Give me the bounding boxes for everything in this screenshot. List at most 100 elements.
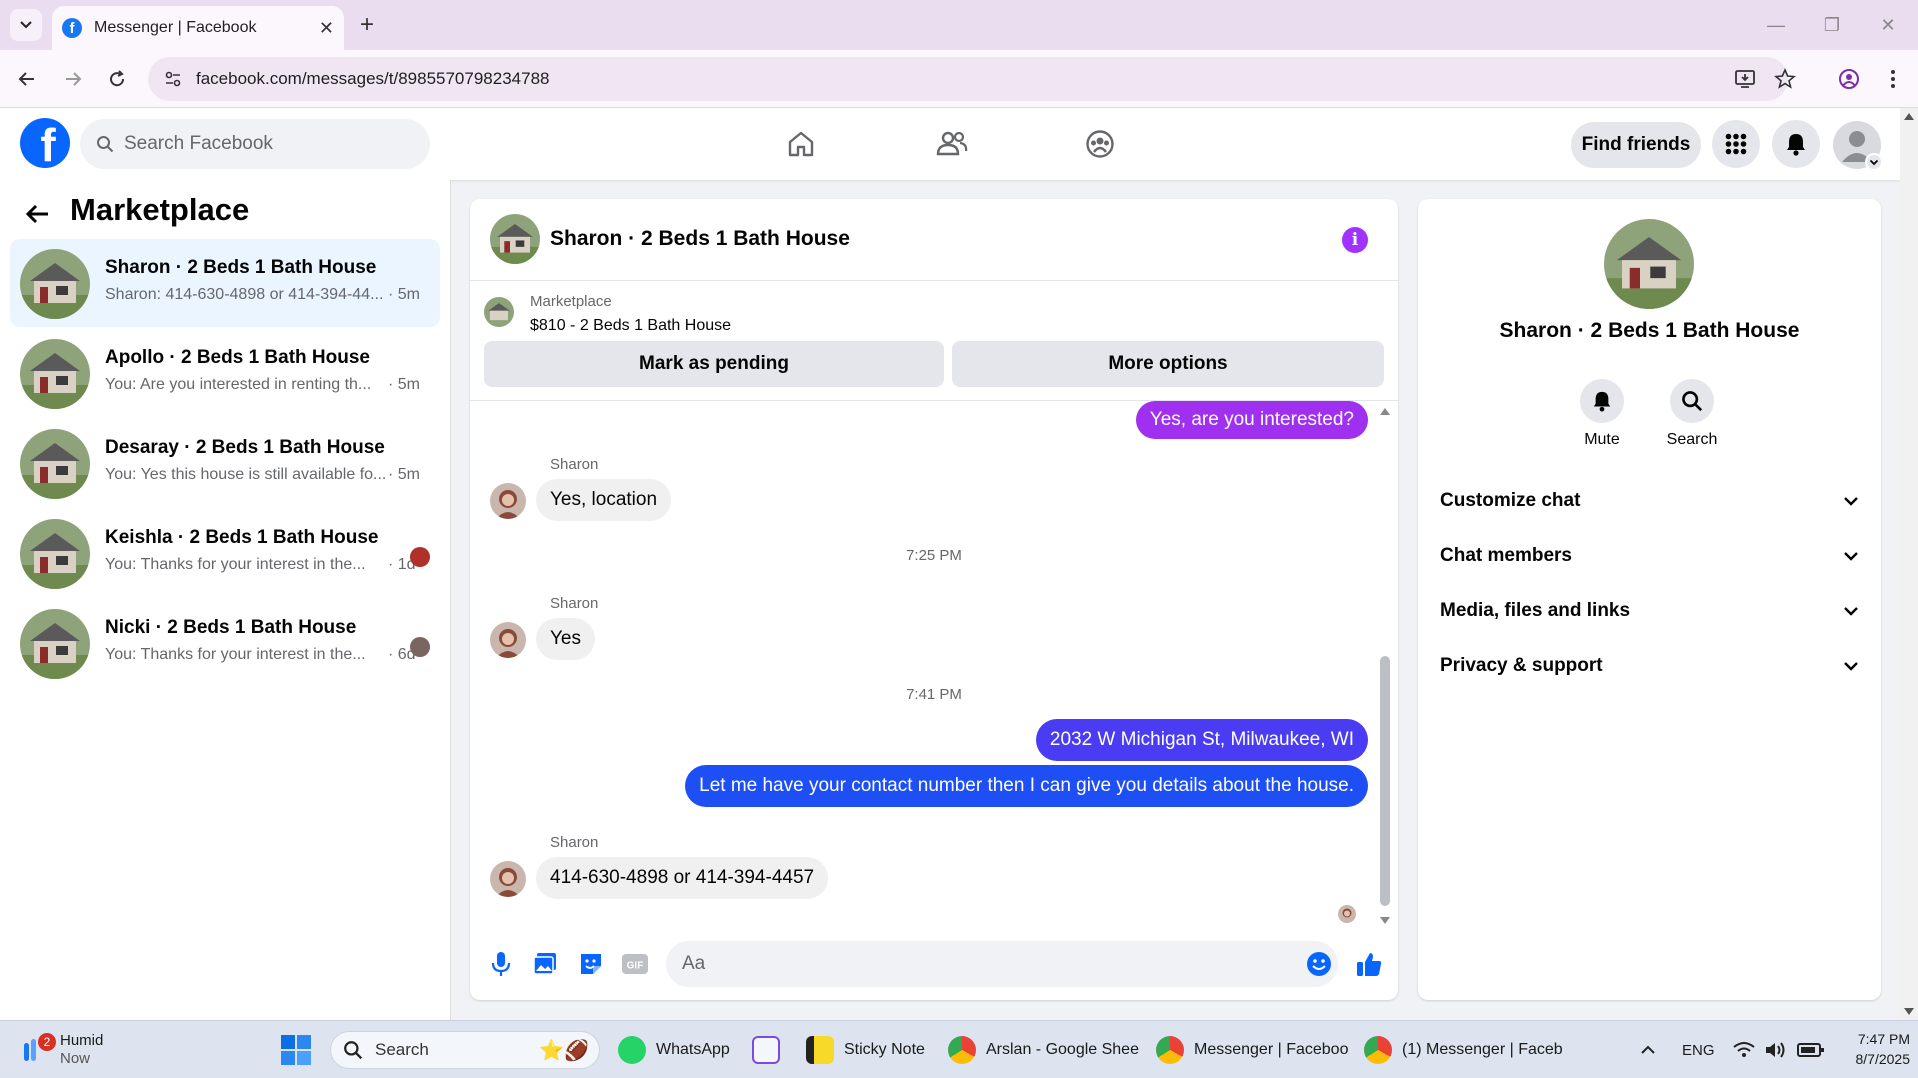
mark-as-pending-button[interactable]: Mark as pending <box>484 341 944 387</box>
customize-chat-row[interactable]: Customize chat <box>1434 476 1865 526</box>
photo-icon[interactable] <box>528 947 562 981</box>
search-highlight-icon: ⭐🏈 <box>539 1039 589 1062</box>
system-tray-icons[interactable] <box>1732 1021 1832 1078</box>
weather-widget[interactable]: 2 Humid Now <box>20 1021 103 1078</box>
home-nav-icon[interactable] <box>779 122 823 166</box>
microphone-icon[interactable] <box>484 947 518 981</box>
chevron-down-icon <box>1844 497 1858 506</box>
media-files-links-row[interactable]: Media, files and links <box>1434 586 1865 636</box>
account-avatar-button[interactable] <box>1832 120 1882 170</box>
menu-grid-button[interactable] <box>1712 120 1760 168</box>
url-text: facebook.com/messages/t/8985570798234788 <box>196 69 550 88</box>
more-options-button[interactable]: More options <box>952 341 1384 387</box>
conversation-preview: You: Yes this house is still available f… <box>105 466 387 483</box>
listing-thumbnail[interactable] <box>484 297 514 327</box>
conversation-name: Keishla · 2 Beds 1 Bath House <box>105 527 379 548</box>
reload-button[interactable] <box>100 62 134 96</box>
chat-title[interactable]: Sharon · 2 Beds 1 Bath House <box>550 227 850 251</box>
site-settings-icon[interactable] <box>164 70 182 88</box>
snipping-tool-icon <box>752 1036 780 1064</box>
thumbs-up-icon[interactable] <box>1352 947 1386 981</box>
taskbar-app-chrome-messenger[interactable]: Messenger | Faceboo <box>1156 1021 1348 1078</box>
house-thumbnail <box>20 429 90 499</box>
chevron-down-icon <box>1844 552 1858 561</box>
sender-avatar[interactable] <box>490 483 526 519</box>
privacy-support-row[interactable]: Privacy & support <box>1434 641 1865 691</box>
sender-avatar[interactable] <box>490 622 526 658</box>
sidebar-title: Marketplace <box>70 192 250 227</box>
wifi-icon <box>1733 1042 1755 1057</box>
bell-icon <box>1787 134 1805 156</box>
conversation-item-apollo[interactable]: Apollo · 2 Beds 1 Bath House You: Are yo… <box>10 329 440 417</box>
page-scrollbar[interactable] <box>1900 108 1918 1020</box>
taskbar-app-snipping[interactable] <box>752 1021 790 1078</box>
back-arrow-button[interactable] <box>24 200 56 232</box>
taskbar-app-sticky-note[interactable]: Sticky Note <box>806 1021 925 1078</box>
minimize-window-icon[interactable]: — <box>1756 10 1796 40</box>
app-label: Sticky Note <box>844 1041 925 1058</box>
listing-title[interactable]: $810 - 2 Beds 1 Bath House <box>530 317 731 335</box>
search-icon <box>344 1041 363 1060</box>
taskbar-app-chrome-messenger-2[interactable]: (1) Messenger | Faceb <box>1364 1021 1563 1078</box>
restore-window-icon[interactable]: ❐ <box>1812 10 1852 40</box>
gif-icon[interactable]: GIF <box>618 947 652 981</box>
sender-avatar[interactable] <box>490 861 526 897</box>
back-button[interactable] <box>10 62 44 96</box>
install-app-icon[interactable] <box>1728 62 1762 96</box>
notifications-button[interactable] <box>1772 120 1820 168</box>
incoming-message[interactable]: Yes, location <box>536 479 672 521</box>
groups-nav-icon[interactable] <box>1078 122 1122 166</box>
taskbar-app-chrome-sheets[interactable]: Arslan - Google Shee <box>948 1021 1139 1078</box>
sticker-icon[interactable] <box>574 947 608 981</box>
facebook-logo-icon[interactable]: f <box>20 118 70 168</box>
close-tab-icon[interactable]: ✕ <box>319 18 334 39</box>
weather-title: Humid <box>60 1032 104 1049</box>
language-indicator[interactable]: ENG <box>1682 1021 1715 1078</box>
seen-avatar <box>410 547 430 567</box>
forward-button[interactable] <box>56 62 90 96</box>
address-bar[interactable]: facebook.com/messages/t/8985570798234788 <box>148 57 1788 101</box>
conversation-item-sharon[interactable]: Sharon · 2 Beds 1 Bath House Sharon: 414… <box>10 239 440 327</box>
conversation-name: Desaray · 2 Beds 1 Bath House <box>105 437 385 458</box>
browser-menu-icon[interactable] <box>1876 62 1910 96</box>
facebook-search-input[interactable]: Search Facebook <box>80 119 430 169</box>
search-in-conversation-button[interactable]: Search <box>1652 379 1732 449</box>
browser-tab-bar: f Messenger | Facebook ✕ + — ❐ ✕ <box>0 0 1918 50</box>
message-input[interactable] <box>666 941 1338 987</box>
bookmark-star-icon[interactable] <box>1768 62 1802 96</box>
info-avatar[interactable] <box>1604 219 1694 309</box>
taskbar-search[interactable]: Search ⭐🏈 <box>330 1031 600 1069</box>
outgoing-message[interactable]: Let me have your contact number then I c… <box>685 765 1368 807</box>
chrome-icon <box>1156 1036 1184 1064</box>
find-friends-button[interactable]: Find friends <box>1571 122 1701 168</box>
grid-icon <box>1725 133 1747 155</box>
system-clock[interactable]: 7:47 PM 8/7/2025 <box>1830 1029 1911 1069</box>
svg-text:GIF: GIF <box>627 961 644 972</box>
profile-icon[interactable] <box>1832 62 1866 96</box>
info-icon[interactable]: i <box>1342 227 1368 253</box>
browser-tab-messenger[interactable]: f Messenger | Facebook ✕ <box>52 6 344 50</box>
emoji-icon[interactable] <box>1302 947 1336 981</box>
show-hidden-icons-button[interactable] <box>1640 1021 1656 1078</box>
tab-search-dropdown[interactable] <box>10 9 42 41</box>
chat-members-row[interactable]: Chat members <box>1434 531 1865 581</box>
outgoing-message[interactable]: 2032 W Michigan St, Milwaukee, WI <box>1035 719 1368 761</box>
conversation-item-desaray[interactable]: Desaray · 2 Beds 1 Bath House You: Yes t… <box>10 419 440 507</box>
mute-button[interactable]: Mute <box>1562 379 1642 449</box>
outgoing-message[interactable]: Yes, are you interested? <box>1135 401 1368 439</box>
friends-nav-icon[interactable] <box>930 122 974 166</box>
conversation-item-keishla[interactable]: Keishla · 2 Beds 1 Bath House You: Thank… <box>10 509 440 597</box>
house-thumbnail <box>20 609 90 679</box>
incoming-message[interactable]: Yes <box>536 618 595 660</box>
house-thumbnail <box>20 339 90 409</box>
conversation-item-nicki[interactable]: Nicki · 2 Beds 1 Bath House You: Thanks … <box>10 599 440 687</box>
chat-avatar[interactable] <box>490 214 540 264</box>
taskbar-app-whatsapp[interactable]: WhatsApp <box>618 1021 730 1078</box>
incoming-message[interactable]: 414-630-4898 or 414-394-4457 <box>536 857 829 899</box>
message-scrollbar-thumb[interactable] <box>1380 656 1390 906</box>
start-button[interactable] <box>280 1021 312 1078</box>
close-window-icon[interactable]: ✕ <box>1868 10 1908 40</box>
sender-name: Sharon <box>550 595 599 612</box>
new-tab-button[interactable]: + <box>352 10 382 40</box>
read-receipt-avatar <box>1338 905 1356 923</box>
